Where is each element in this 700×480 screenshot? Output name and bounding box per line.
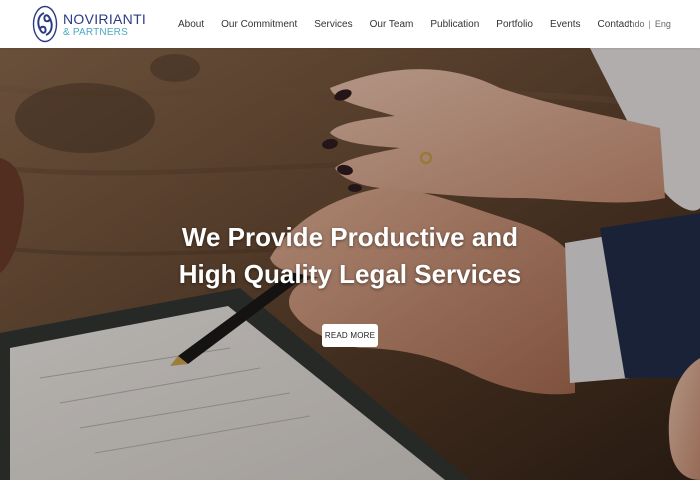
nav-our-team[interactable]: Our Team (370, 19, 414, 30)
page: NOVIRIANTI & PARTNERS About Our Commitme… (0, 0, 700, 480)
hero-headline: We Provide Productive and High Quality L… (0, 219, 700, 293)
nav-our-commitment[interactable]: Our Commitment (221, 19, 297, 30)
lang-indo[interactable]: Indo (627, 19, 645, 29)
site-header: NOVIRIANTI & PARTNERS About Our Commitme… (0, 0, 700, 48)
logo-name: NOVIRIANTI (63, 10, 147, 27)
nav-portfolio[interactable]: Portfolio (496, 19, 533, 30)
read-more-button[interactable]: READ MORE (322, 324, 378, 347)
lang-separator: | (648, 19, 651, 29)
hero-headline-line1: We Provide Productive and (181, 222, 519, 252)
hero-headline-line2: High Quality Legal Services (178, 259, 522, 289)
logo-mark-icon (32, 5, 58, 43)
logo-subtitle: & PARTNERS (63, 26, 128, 38)
nav-services[interactable]: Services (314, 19, 352, 30)
hero-section: We Provide Productive and High Quality L… (0, 48, 700, 480)
site-logo[interactable]: NOVIRIANTI & PARTNERS (32, 5, 146, 43)
main-nav: About Our Commitment Services Our Team P… (178, 0, 649, 48)
nav-about[interactable]: About (178, 19, 204, 30)
language-switcher: Indo | Eng (627, 0, 671, 48)
lang-eng[interactable]: Eng (655, 19, 671, 29)
nav-publication[interactable]: Publication (430, 19, 479, 30)
logo-text: NOVIRIANTI & PARTNERS (63, 11, 146, 38)
nav-events[interactable]: Events (550, 19, 581, 30)
